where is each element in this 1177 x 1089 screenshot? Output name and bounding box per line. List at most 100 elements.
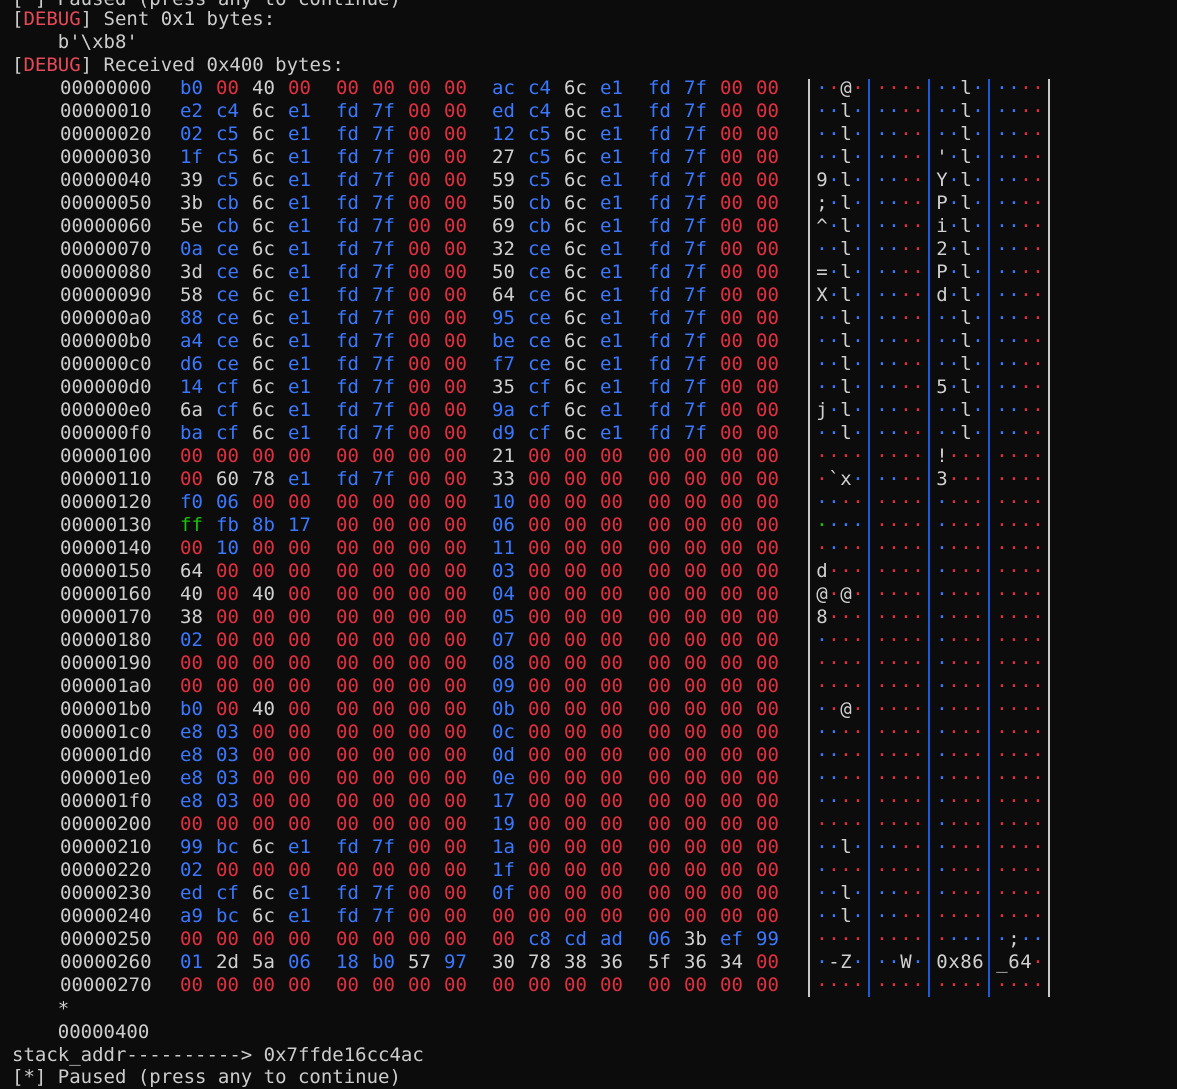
hex-byte: fd [648,399,671,421]
received-text: Received 0x400 bytes: [92,54,344,76]
hex-byte: 03 [216,790,239,812]
ascii-char: · [888,928,900,950]
ascii-char: · [852,491,864,513]
hex-byte: 00 [720,330,743,352]
ascii-char: · [828,192,840,214]
hex-byte: 00 [720,790,743,812]
hex-byte: 00 [180,468,203,490]
hex-byte: e1 [288,192,311,214]
ascii-char: l [840,836,852,858]
hex-byte: 00 [564,882,587,904]
hex-byte: 03 [216,721,239,743]
ascii-char: · [876,928,888,950]
ascii-char: · [900,928,912,950]
ascii-char: l [840,376,852,398]
ascii-char: · [972,215,984,237]
ascii-char: · [840,859,852,881]
ascii-char: · [900,330,912,352]
ascii-border-left [808,79,810,997]
hexdump-row: 000001c0 e8 03 00 00 00 00 00 00 0c 00 00 00 00 00 00 00… [0,721,1177,744]
ascii-char: · [912,905,924,927]
hex-byte: 00 [756,77,779,99]
hex-byte: 00 [444,146,467,168]
hexdump-offset: 00000130 [60,514,152,536]
hex-byte: 05 [492,606,515,628]
ascii-char: · [840,675,852,697]
ascii-char: · [1020,813,1032,835]
sent-payload: b'\xb8' [12,31,138,53]
ascii-char: · [972,606,984,628]
hex-byte: d6 [180,353,203,375]
hex-byte: 7f [684,100,707,122]
ascii-char: · [840,560,852,582]
ascii-char: · [816,422,828,444]
ascii-char: · [996,721,1008,743]
hex-byte: e8 [180,721,203,743]
hex-byte: cf [216,882,239,904]
hex-byte: 40 [252,698,275,720]
hexdump-offset: 00000210 [60,836,152,858]
hex-byte: 00 [336,77,359,99]
hexdump-offset: 00000010 [60,100,152,122]
hex-byte: 00 [528,629,551,651]
hex-byte: 64 [180,560,203,582]
hex-byte: 00 [600,675,623,697]
hex-byte: 00 [444,606,467,628]
hex-byte: e1 [600,330,623,352]
ascii-char: · [1020,698,1032,720]
hex-byte: 00 [408,353,431,375]
ascii-char: · [1020,376,1032,398]
hex-byte: 00 [720,514,743,536]
hex-byte: 7f [684,192,707,214]
hex-byte: f7 [492,353,515,375]
ascii-char: · [912,238,924,260]
hex-byte: cb [528,215,551,237]
hex-byte: 00 [216,560,239,582]
ascii-char: · [900,399,912,421]
ascii-char: · [996,399,1008,421]
hex-byte: 00 [720,721,743,743]
hex-byte: 00 [492,905,515,927]
ascii-char: · [852,744,864,766]
ascii-char: · [996,675,1008,697]
ascii-char: · [852,629,864,651]
ascii-char: · [996,698,1008,720]
ascii-char: · [816,836,828,858]
hex-byte: 0b [492,698,515,720]
debug-tag: DEBUG [23,8,81,30]
hex-byte: 00 [252,790,275,812]
hex-byte: e1 [600,192,623,214]
ascii-char: · [912,629,924,651]
ascii-char: · [816,675,828,697]
ascii-char: · [960,859,972,881]
hexdump-offset: 00000080 [60,261,152,283]
ascii-char: · [888,905,900,927]
hex-byte: 00 [684,652,707,674]
hex-byte: 00 [408,790,431,812]
ascii-char: · [960,491,972,513]
ascii-char: · [912,698,924,720]
hex-byte: 00 [720,813,743,835]
ascii-char: · [1008,675,1020,697]
ascii-char: · [912,399,924,421]
ascii-char: · [1032,675,1044,697]
ascii-char: · [876,215,888,237]
ascii-char: · [1008,77,1020,99]
hex-byte: 0c [492,721,515,743]
ascii-char: · [972,652,984,674]
hex-byte: 00 [600,606,623,628]
ascii-char: · [972,330,984,352]
hex-byte: 6c [564,353,587,375]
hex-byte: 00 [288,491,311,513]
ascii-char: P [936,261,948,283]
hex-byte: 6c [252,238,275,260]
ascii-char: · [912,675,924,697]
hex-byte: 00 [684,790,707,812]
hex-byte: 00 [408,675,431,697]
hex-byte: 6c [252,376,275,398]
ascii-char: · [876,353,888,375]
hex-byte: 00 [216,675,239,697]
hex-byte: 50 [492,261,515,283]
ascii-char: · [1008,330,1020,352]
ascii-char: · [996,77,1008,99]
